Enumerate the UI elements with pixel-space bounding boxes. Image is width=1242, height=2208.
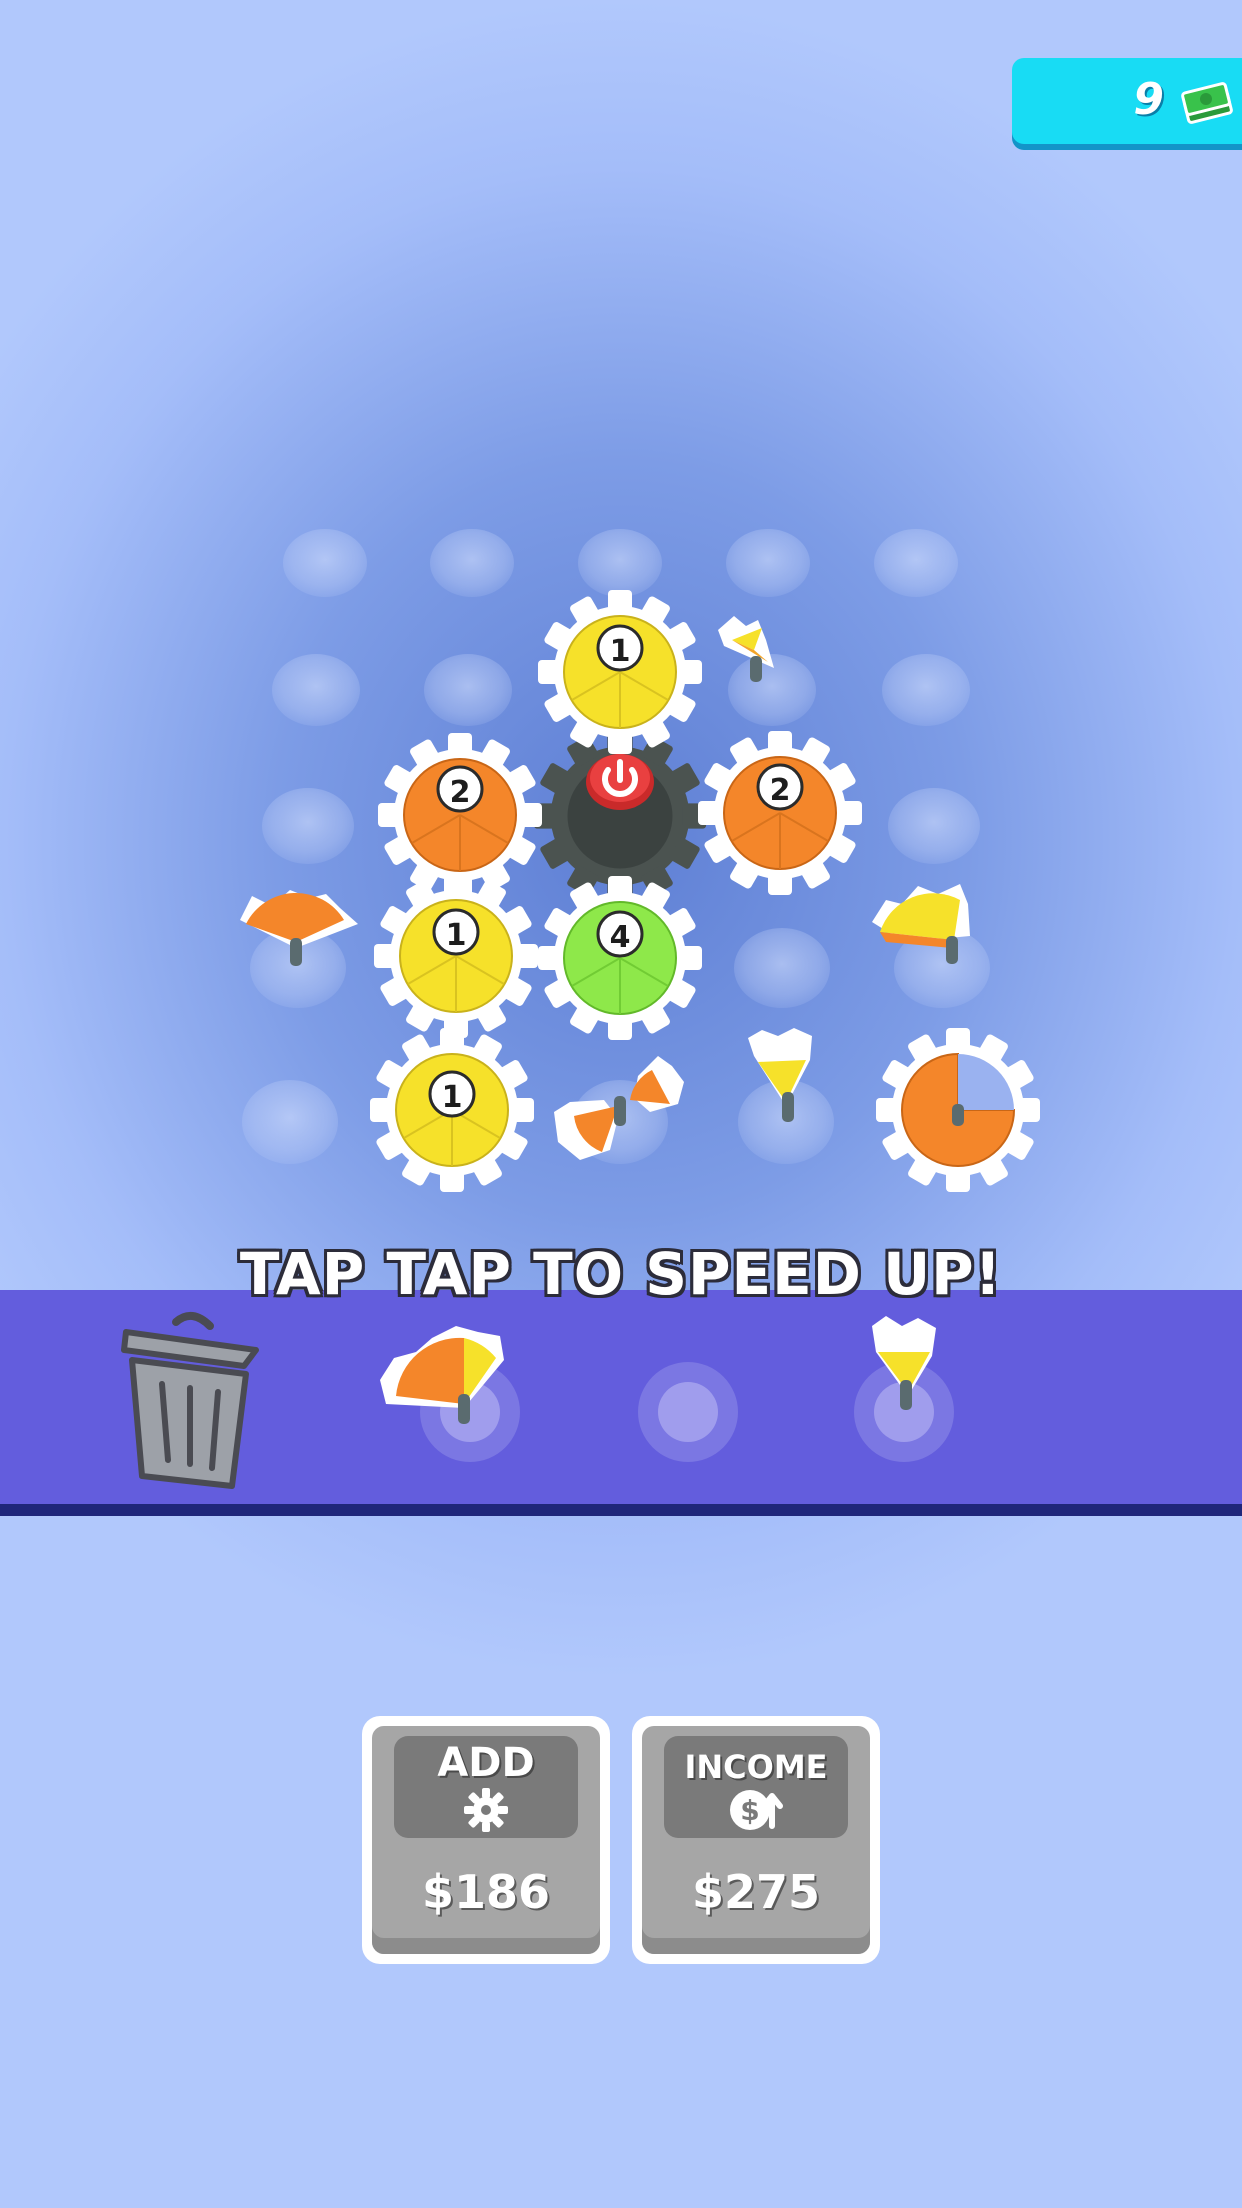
gear-level-label: 4	[610, 920, 631, 955]
gear-level-1-bottom[interactable]: 1	[370, 1028, 534, 1192]
tray-contents	[121, 1312, 954, 1489]
tray-slot-2[interactable]	[638, 1362, 738, 1462]
gear-level-1-top[interactable]: 1	[538, 590, 702, 754]
income-title: INCOME	[684, 1748, 828, 1786]
gear-three-quarter-orange[interactable]	[876, 1028, 1040, 1192]
income-price: $275	[691, 1865, 821, 1919]
gear-level-4[interactable]: 4	[538, 876, 702, 1040]
gear-board[interactable]: 1 2 2 1 4 1	[0, 0, 1242, 1250]
gear-level-label: 1	[442, 1080, 463, 1115]
add-gear-price: $186	[421, 1865, 551, 1919]
power-icon	[586, 754, 654, 810]
add-gear-title: ADD	[437, 1740, 535, 1786]
gear-icon	[464, 1788, 508, 1832]
gear-level-label: 1	[446, 918, 467, 953]
gear-level-label: 2	[770, 773, 791, 808]
gear-level-label: 1	[610, 634, 631, 669]
add-gear-button[interactable]: ADD $186	[362, 1716, 610, 1964]
svg-text:$: $	[740, 1794, 759, 1827]
tray-edge	[0, 1504, 1242, 1516]
gear-level-label: 2	[450, 775, 471, 810]
trash-can-icon[interactable]	[121, 1312, 259, 1489]
dollar-up-icon: $	[730, 1790, 783, 1830]
gear-level-1-mid[interactable]: 1	[374, 874, 538, 1038]
income-upgrade-button[interactable]: INCOME $ $275	[632, 1716, 880, 1964]
gear-level-2-left[interactable]: 2	[378, 733, 542, 897]
gear-level-2-right[interactable]: 2	[698, 731, 862, 895]
